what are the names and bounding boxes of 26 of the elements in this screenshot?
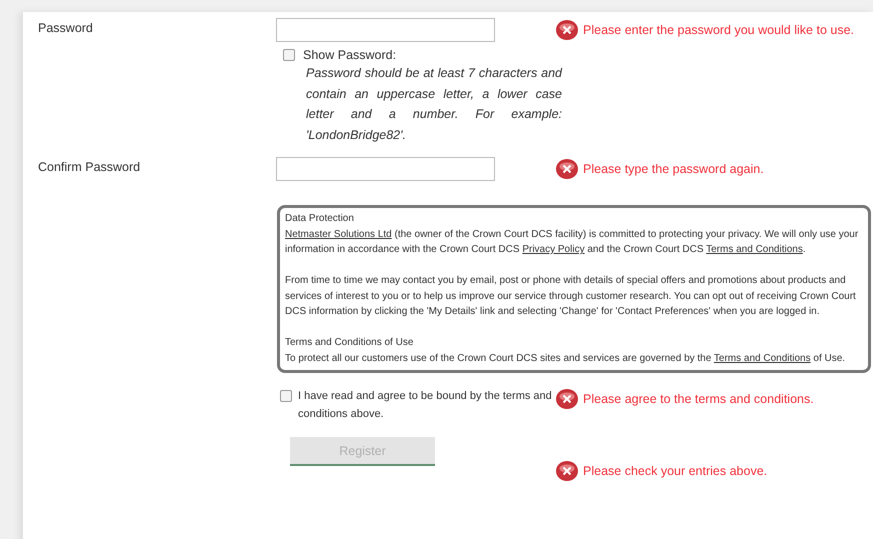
error-icon bbox=[556, 461, 578, 481]
error-message: Please type the password again. bbox=[583, 162, 764, 176]
error-icon bbox=[556, 20, 578, 40]
confirm-password-field[interactable] bbox=[276, 157, 495, 181]
paragraph: Netmaster Solutions Ltd (the owner of the Crown Court DCS facility) is committed to protecting your privacy. We will only use your information in accordance with the Crown Court DCS Privacy Policy and the Crown Court DCS Terms and Conditions. bbox=[285, 228, 858, 255]
link[interactable]: Netmaster Solutions Ltd bbox=[285, 228, 392, 240]
error-message: Please enter the password you would like to use. bbox=[583, 23, 854, 37]
section-heading: Terms and Conditions of Use bbox=[285, 337, 414, 348]
link[interactable]: Terms and Conditions bbox=[706, 244, 803, 255]
error-icon bbox=[556, 389, 578, 409]
link[interactable]: Terms and Conditions bbox=[714, 352, 811, 364]
section-heading: Data Protection bbox=[285, 213, 354, 224]
error-message: Please check your entries above. bbox=[583, 464, 768, 478]
password-field[interactable] bbox=[276, 18, 495, 42]
checkbox-label: I have read and agree to be bound by the terms and conditions above. bbox=[298, 389, 553, 422]
paragraph: From time to time we may contact you by email, post or phone with details of special offers and promotions about products and services of interest to you or to help us improve our service through customer research. You can opt out of receiving Crown Court DCS information by clicking the 'My Details' link and selecting 'Change' for 'Contact Preferences' when you are logged in. bbox=[285, 275, 856, 317]
checkbox-label: Show Password: bbox=[303, 48, 396, 62]
field-label: Password bbox=[37, 20, 94, 37]
error-icon bbox=[556, 159, 578, 179]
checkbox[interactable] bbox=[283, 49, 295, 61]
checkbox[interactable] bbox=[280, 390, 292, 402]
paragraph: To protect all our customers use of the Crown Court DCS sites and services are governed by the Terms and Conditions of Use. bbox=[285, 352, 846, 364]
error-message: Please agree to the terms and conditions. bbox=[583, 392, 814, 406]
link[interactable]: Privacy Policy bbox=[522, 244, 585, 255]
password-hint: Password should be at least 7 characters and contain an uppercase letter, a lower case letter and a number. For example: 'LondonBridge82'. bbox=[306, 65, 562, 144]
field-label: Confirm Password bbox=[37, 159, 142, 176]
